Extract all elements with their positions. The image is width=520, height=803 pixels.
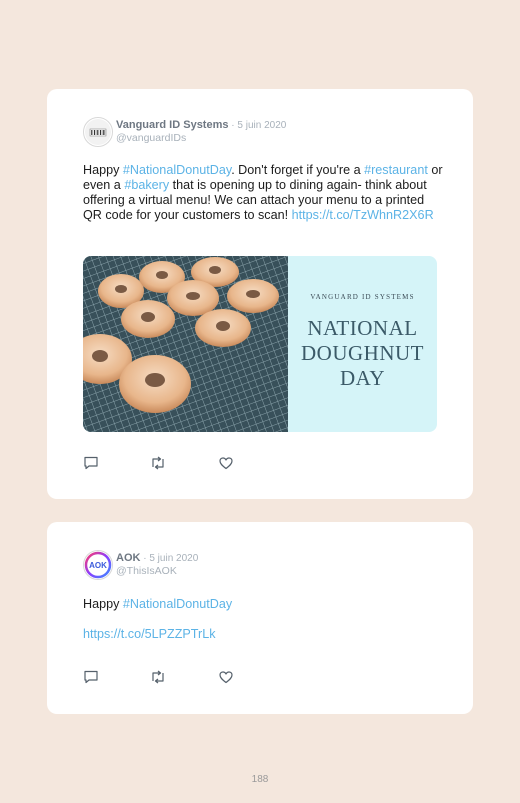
barcode-logo-icon [85, 119, 111, 145]
donuts-photo [83, 256, 288, 432]
tweet-date[interactable]: 5 juin 2020 [237, 120, 286, 131]
tweet-actions [83, 669, 243, 685]
display-name[interactable]: Vanguard ID Systems [116, 119, 229, 131]
media-brand-text: VANGUARD ID SYSTEMS [310, 293, 415, 301]
text-segment: . Don't forget if you're a [231, 163, 365, 177]
tweet-url-link[interactable]: https://t.co/5LPZZPTrLk [83, 627, 216, 641]
tweet-actions [83, 455, 243, 471]
tweet-text: Happy #NationalDonutDay [83, 597, 443, 612]
like-button[interactable] [218, 455, 234, 471]
retweet-button[interactable] [150, 669, 166, 685]
tweet-date[interactable]: 5 juin 2020 [149, 553, 198, 564]
page-number: 188 [251, 774, 269, 785]
like-icon [219, 457, 233, 470]
avatar[interactable]: AOK [83, 550, 113, 580]
tweet-header: AOK · 5 juin 2020 [116, 552, 198, 564]
text-segment: Happy [83, 163, 123, 177]
reply-button[interactable] [83, 669, 99, 685]
avatar[interactable] [83, 117, 113, 147]
tweet-url: https://t.co/5LPZZPTrLk [83, 627, 443, 642]
tweet-card: AOK AOK · 5 juin 2020 @ThisIsAOK Happy #… [47, 522, 473, 714]
hashtag-link[interactable]: #NationalDonutDay [123, 163, 231, 177]
tweet-media-image[interactable]: VANGUARD ID SYSTEMS NATIONAL DOUGHNUT DA… [83, 256, 437, 432]
media-title: NATIONAL DOUGHNUT DAY [288, 316, 437, 391]
user-handle[interactable]: @ThisIsAOK [116, 565, 177, 577]
tweet-card: Vanguard ID Systems · 5 juin 2020 @vangu… [47, 89, 473, 499]
tweet-text: Happy #NationalDonutDay. Don't forget if… [83, 163, 443, 223]
reply-icon [84, 670, 98, 684]
hashtag-link[interactable]: #restaurant [364, 163, 428, 177]
media-title-line: NATIONAL [307, 316, 418, 340]
media-title-line: DOUGHNUT [301, 341, 424, 365]
reply-button[interactable] [83, 455, 99, 471]
retweet-icon [152, 456, 164, 470]
text-segment: Happy [83, 597, 123, 611]
retweet-icon [152, 670, 164, 684]
separator: · [140, 553, 150, 564]
reply-icon [84, 456, 98, 470]
avatar-logo-text: AOK [89, 561, 107, 570]
display-name[interactable]: AOK [116, 552, 140, 564]
user-handle[interactable]: @vanguardIDs [116, 132, 186, 144]
like-icon [219, 671, 233, 684]
retweet-button[interactable] [150, 455, 166, 471]
like-button[interactable] [218, 669, 234, 685]
aok-logo-icon: AOK [84, 551, 112, 579]
tweet-url-link[interactable]: https://t.co/TzWhnR2X6R [292, 208, 434, 222]
tweet-header: Vanguard ID Systems · 5 juin 2020 [116, 119, 286, 131]
hashtag-link[interactable]: #bakery [124, 178, 169, 192]
hashtag-link[interactable]: #NationalDonutDay [123, 597, 232, 611]
media-title-line: DAY [339, 366, 386, 390]
